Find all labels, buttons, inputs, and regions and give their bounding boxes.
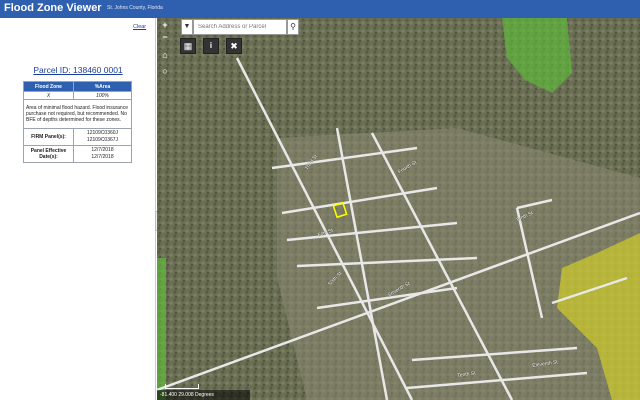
info-icon: i <box>209 41 213 50</box>
flood-zone-value: X <box>23 91 74 100</box>
zoom-in-button[interactable]: + <box>159 20 171 32</box>
info-button[interactable]: i <box>203 38 219 54</box>
search-button[interactable]: ⚲ <box>287 19 299 35</box>
effective-date-value: 12/7/2018 <box>91 154 114 160</box>
basemap-gallery-button[interactable]: ▦ <box>180 38 196 54</box>
area-value: 100% <box>73 91 132 100</box>
sidebar-panel: Clear Parcel ID: 138460 0001 Flood Zone … <box>0 18 156 400</box>
effective-date-value: 12/7/2018 <box>91 147 114 153</box>
map-view[interactable]: Third St Fourth St Fifth St Sixth St Sev… <box>157 18 640 400</box>
locate-icon: ○ <box>162 66 168 76</box>
effective-date-values: 12/7/2018 12/7/2018 <box>73 145 132 163</box>
aerial-imagery <box>157 18 640 400</box>
caret-down-icon: ▼ <box>183 23 191 30</box>
column-header-area: %Area <box>73 81 132 92</box>
home-button[interactable]: ⌂ <box>159 50 171 62</box>
minus-icon: − <box>162 32 168 42</box>
column-header-flood-zone: Flood Zone <box>23 81 74 92</box>
measure-button[interactable]: ✖ <box>226 38 242 54</box>
search-source-dropdown[interactable]: ▼ <box>181 19 193 35</box>
scale-bar <box>165 384 199 389</box>
locate-button[interactable]: ○ <box>159 66 171 78</box>
parcel-id-link[interactable]: Parcel ID: 138460 0001 <box>0 65 156 75</box>
grid-icon: ▦ <box>183 41 193 51</box>
ruler-icon: ✖ <box>230 41 238 51</box>
coordinate-readout: -81.400 29.008 Degrees <box>157 390 250 400</box>
flood-zone-table: Flood Zone %Area X 100% Area of minimal … <box>23 81 132 163</box>
app-subtitle: St. Johns County, Florida <box>107 5 163 11</box>
app-title: Flood Zone Viewer <box>4 2 102 14</box>
clear-link[interactable]: Clear <box>133 24 146 30</box>
plus-icon: + <box>162 20 168 30</box>
search-icon: ⚲ <box>290 22 296 31</box>
flood-zone-polygon[interactable] <box>157 258 166 400</box>
firm-panel-label: FIRM Panel(s): <box>23 128 74 146</box>
effective-date-label: Panel Effective Date(s): <box>23 145 74 163</box>
firm-panel-values: 12109C0360J 12109C0367J <box>73 128 132 146</box>
app-header: Flood Zone Viewer St. Johns County, Flor… <box>0 0 640 18</box>
search-input[interactable] <box>193 19 287 35</box>
zone-description: Area of minimal flood hazard. Flood insu… <box>23 99 132 129</box>
firm-panel-value: 12109C0367J <box>86 137 119 143</box>
firm-panel-value: 12109C0360J <box>86 130 119 136</box>
zoom-out-button[interactable]: − <box>159 32 171 44</box>
home-icon: ⌂ <box>162 50 168 60</box>
